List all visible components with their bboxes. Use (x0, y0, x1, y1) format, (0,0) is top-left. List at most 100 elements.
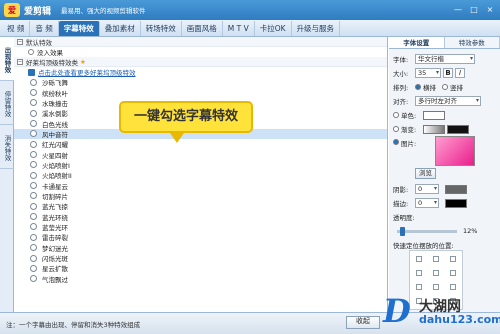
checkbox[interactable] (30, 213, 37, 221)
list-item[interactable]: 切割碎片 (14, 191, 387, 201)
list-item[interactable]: 红光闪耀 (14, 139, 387, 149)
list-item[interactable]: 闪烁光斑 (14, 253, 387, 263)
tab-karaoke[interactable]: 卡拉OK (255, 21, 292, 36)
tab-mtv[interactable]: M T V (223, 21, 255, 36)
list-item[interactable]: 缤纷秋叶 (14, 87, 387, 98)
position-cell[interactable] (449, 284, 456, 290)
checkbox[interactable] (30, 109, 37, 117)
list-item[interactable]: 气泡飘过 (14, 274, 387, 284)
position-cell[interactable] (449, 256, 456, 262)
tab-appear-effects[interactable]: 出现特效 (0, 37, 14, 81)
list-item[interactable]: 沙砾飞舞 (14, 77, 387, 87)
list-item[interactable]: 火焰喷射I (14, 160, 387, 170)
image-radio[interactable] (393, 139, 399, 145)
list-item[interactable]: 蓝光飞掠 (14, 201, 387, 211)
collapse-button[interactable]: 收起 (346, 316, 380, 329)
item-label: 溪水倒影 (42, 110, 68, 119)
size-select[interactable]: 35 (415, 68, 441, 78)
tab-disappear-effects[interactable]: 消失特效 (0, 125, 14, 169)
position-cell[interactable] (416, 284, 423, 290)
window-controls: — □ × (452, 4, 496, 15)
position-cell[interactable] (432, 256, 439, 262)
tab-subtitle-effects[interactable]: 字幕特效 (58, 21, 100, 36)
browse-button[interactable]: 浏览 (415, 167, 436, 179)
list-item[interactable]: 卡通星云 (14, 180, 387, 191)
gradient-swatch[interactable] (423, 124, 445, 134)
opacity-slider[interactable] (397, 226, 457, 236)
size-row: 大小: 35 B I (389, 66, 500, 80)
list-item[interactable]: 火星四射 (14, 149, 387, 160)
close-button[interactable]: × (484, 4, 496, 15)
position-cell[interactable] (449, 270, 456, 276)
checkbox[interactable] (30, 171, 37, 179)
checkbox[interactable] (30, 161, 37, 169)
shadow-color-swatch[interactable] (445, 184, 467, 194)
title-bar: 爱 爱剪辑 最易用、强大的视频剪辑软件 — □ × (0, 0, 500, 20)
tab-overlay[interactable]: 叠加素材 (100, 21, 141, 36)
group-default[interactable]: − 默认特效 (14, 37, 387, 47)
tab-stay-effects[interactable]: 停留特效 (0, 81, 14, 125)
maximize-button[interactable]: □ (468, 4, 480, 15)
checkbox[interactable] (30, 223, 37, 231)
checkbox[interactable] (30, 254, 37, 262)
italic-button[interactable]: I (455, 68, 465, 78)
checkbox[interactable] (30, 78, 37, 86)
position-cell[interactable] (432, 284, 439, 290)
checkbox[interactable] (30, 264, 37, 272)
list-item[interactable]: 蓝光环绕 (14, 211, 387, 222)
position-cell[interactable] (416, 256, 423, 262)
tab-picture-style[interactable]: 画面风格 (182, 21, 223, 36)
group-label: 默认特效 (26, 38, 52, 47)
gradient-radio[interactable] (393, 126, 399, 132)
list-item[interactable]: 梦幻迷光 (14, 243, 387, 253)
checkbox[interactable] (30, 233, 37, 241)
checkbox[interactable] (30, 244, 37, 252)
solid-color-swatch[interactable] (423, 110, 445, 120)
group-hollywood[interactable]: − 好莱坞顶级特效类 ★ (14, 57, 387, 67)
checkbox[interactable] (30, 275, 37, 283)
stroke-color-swatch[interactable] (445, 198, 467, 208)
site-watermark: D 大湖网 dahu123.com (383, 292, 500, 332)
list-item[interactable]: 星云扩散 (14, 263, 387, 273)
radio-icon[interactable] (28, 49, 34, 55)
checkbox[interactable] (30, 89, 37, 97)
collapse-icon[interactable]: − (17, 38, 23, 45)
slider-handle[interactable] (400, 226, 405, 236)
vertical-radio[interactable] (442, 84, 448, 90)
checkbox[interactable] (30, 140, 37, 148)
solid-color-radio[interactable] (393, 112, 399, 118)
image-preview[interactable] (435, 136, 475, 166)
align-label: 对齐: (393, 98, 409, 106)
horizontal-radio[interactable] (415, 84, 421, 90)
position-cell[interactable] (416, 270, 423, 276)
bold-button[interactable]: B (443, 68, 453, 78)
tab-upgrade[interactable]: 升级与服务 (292, 21, 341, 36)
checkbox[interactable] (30, 120, 37, 128)
checkbox[interactable] (30, 130, 37, 138)
align-select[interactable]: 多行时左对齐 (415, 96, 481, 106)
checkbox[interactable] (30, 202, 37, 210)
stroke-select[interactable]: 0 (415, 198, 439, 208)
checkbox[interactable] (30, 151, 37, 159)
checkbox[interactable] (30, 192, 37, 200)
position-cell[interactable] (432, 270, 439, 276)
watermark-logo: D (383, 292, 411, 330)
checkbox[interactable] (30, 182, 37, 190)
gradient-row: 渐变: (389, 122, 500, 136)
tab-effect-params[interactable]: 特效参数 (445, 37, 500, 48)
tab-video[interactable]: 视 频 (2, 21, 31, 36)
font-select[interactable]: 华文行楷 (415, 54, 475, 64)
tab-audio[interactable]: 音 频 (30, 21, 59, 36)
list-item[interactable]: 火焰喷射II (14, 170, 387, 180)
collapse-icon[interactable]: − (17, 58, 23, 65)
list-item[interactable]: 雷击碎裂 (14, 232, 387, 242)
tab-transitions[interactable]: 转场特效 (141, 21, 182, 36)
list-item[interactable]: 没入效果 (14, 47, 387, 57)
tab-font-settings[interactable]: 字体设置 (389, 37, 445, 48)
shadow-select[interactable]: 0 (415, 184, 439, 194)
minimize-button[interactable]: — (452, 4, 464, 15)
checkbox[interactable] (30, 99, 37, 107)
more-effects-link[interactable]: 点击此处查看更多好莱坞顶级特效 (14, 67, 387, 77)
list-item[interactable]: 蓝莹光环 (14, 222, 387, 232)
gradient-swatch-2[interactable] (447, 124, 469, 134)
